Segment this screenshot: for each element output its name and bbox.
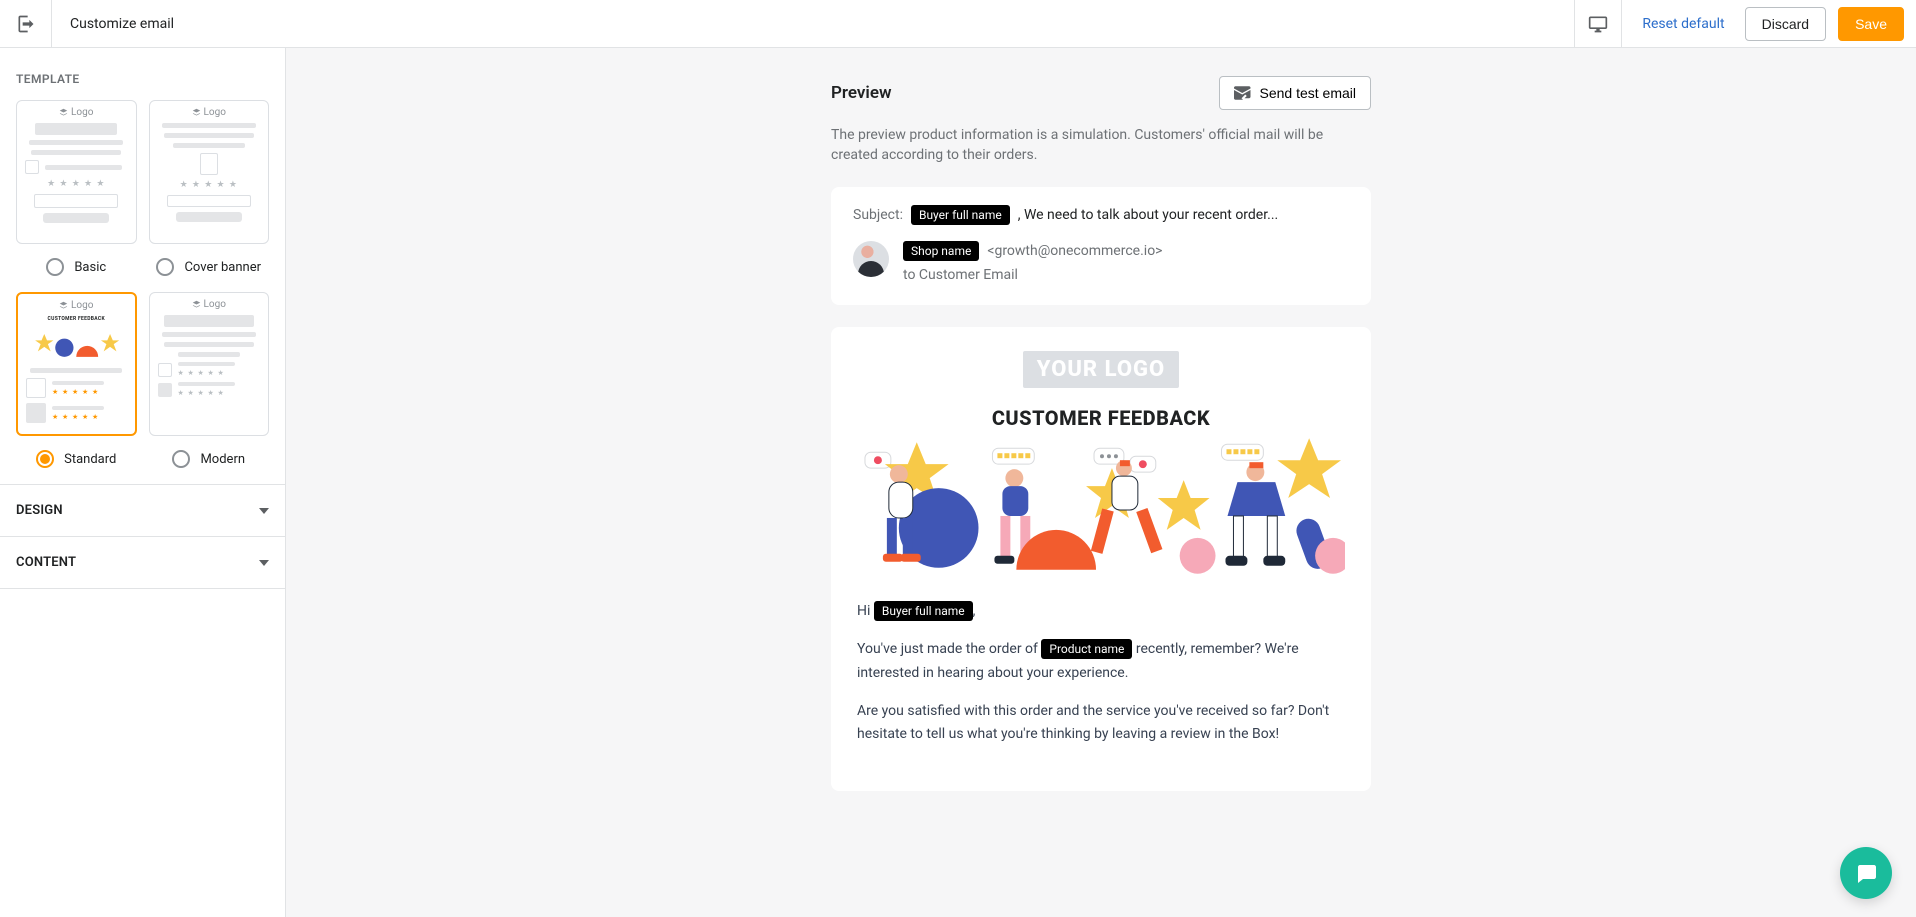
mail-body-text: Hi Buyer full name, You've just made the…	[857, 600, 1345, 747]
design-accordion[interactable]: DESIGN	[0, 484, 285, 536]
radio-label: Modern	[200, 452, 245, 467]
radio-modern[interactable]: Modern	[149, 446, 270, 468]
product-name-pill: Product name	[1041, 639, 1132, 659]
template-card-cover-banner[interactable]: Logo ★ ★ ★ ★ ★	[149, 100, 270, 244]
subject-label: Subject:	[853, 207, 903, 223]
content-accordion[interactable]: CONTENT	[0, 536, 285, 589]
template-section-title: TEMPLATE	[0, 48, 285, 100]
radio-label: Cover banner	[184, 260, 261, 275]
from-lines: Shop name <growth@onecommerce.io> to Cus…	[903, 241, 1163, 283]
hi-text: Hi	[857, 603, 874, 619]
subject-rest: , We need to talk about your recent orde…	[1018, 207, 1279, 223]
from-line: Shop name <growth@onecommerce.io>	[903, 241, 1163, 261]
template-card-modern[interactable]: Logo ★ ★ ★ ★ ★ ★ ★ ★ ★ ★	[149, 292, 270, 436]
card-logo-label: Logo	[192, 299, 226, 310]
feedback-heading: CUSTOMER FEEDBACK	[857, 406, 1345, 430]
exit-icon	[16, 14, 36, 34]
discard-button[interactable]: Discard	[1745, 7, 1826, 41]
topbar-right: Reset default Discard Save	[1574, 0, 1916, 47]
preview-note: The preview product information is a sim…	[831, 126, 1371, 165]
radio-label: Basic	[74, 260, 106, 275]
radio-basic[interactable]: Basic	[16, 254, 137, 276]
send-test-label: Send test email	[1260, 85, 1357, 101]
topbar: Customize email Reset default Discard Sa…	[0, 0, 1916, 48]
template-card-basic[interactable]: Logo ★ ★ ★ ★ ★	[16, 100, 137, 244]
chat-icon	[1854, 861, 1878, 885]
subject-line: Subject: Buyer full name , We need to ta…	[853, 205, 1349, 225]
device-toggle[interactable]	[1574, 0, 1622, 48]
settings-sidebar: TEMPLATE Logo ★ ★ ★ ★ ★ Logo ★ ★	[0, 48, 286, 917]
caret-down-icon	[259, 560, 269, 566]
preview-title: Preview	[831, 83, 892, 103]
salutation: Hi Buyer full name,	[857, 600, 1345, 624]
page-title: Customize email	[70, 16, 174, 32]
to-line: to Customer Email	[903, 267, 1163, 283]
mail-body-card: YOUR LOGO CUSTOMER FEEDBACK	[831, 327, 1371, 791]
logo-placeholder: YOUR LOGO	[857, 351, 1345, 388]
preview-wrap: Preview Send test email The preview prod…	[831, 48, 1371, 831]
layers-icon	[59, 108, 68, 117]
radio-standard[interactable]: Standard	[16, 446, 137, 468]
template-grid-row1: Logo ★ ★ ★ ★ ★ Logo ★ ★ ★ ★ ★	[0, 100, 285, 254]
feedback-illustration-icon	[857, 438, 1345, 578]
logo-box: YOUR LOGO	[1023, 351, 1179, 388]
topbar-left: Customize email	[0, 0, 174, 47]
preview-pane[interactable]: Preview Send test email The preview prod…	[286, 48, 1916, 917]
radio-cover-banner[interactable]: Cover banner	[149, 254, 270, 276]
paragraph-1: You've just made the order of Product na…	[857, 638, 1345, 686]
template-radio-row2: Standard Modern	[0, 446, 285, 484]
stars-icon: ★ ★ ★ ★ ★	[180, 180, 238, 190]
sender-avatar	[853, 241, 889, 277]
layers-icon	[192, 108, 201, 117]
from-email: <growth@onecommerce.io>	[987, 243, 1162, 259]
app-body: TEMPLATE Logo ★ ★ ★ ★ ★ Logo ★ ★	[0, 48, 1916, 917]
design-label: DESIGN	[16, 503, 63, 518]
content-label: CONTENT	[16, 555, 76, 570]
save-button[interactable]: Save	[1838, 7, 1904, 41]
desktop-icon	[1588, 14, 1608, 34]
radio-label: Standard	[64, 452, 116, 467]
layers-icon	[192, 300, 201, 309]
buyer-name-pill: Buyer full name	[911, 205, 1010, 225]
exit-button[interactable]	[0, 0, 52, 48]
buyer-name-pill: Buyer full name	[874, 601, 973, 621]
paragraph-2: Are you satisfied with this order and th…	[857, 700, 1345, 748]
caret-down-icon	[259, 508, 269, 514]
template-grid-row2: Logo CUSTOMER FEEDBACK ★ ★ ★ ★ ★ ★ ★ ★ ★…	[0, 292, 285, 446]
template-radio-row1: Basic Cover banner	[0, 254, 285, 292]
mail-send-icon	[1234, 86, 1252, 100]
reset-default-link[interactable]: Reset default	[1622, 16, 1744, 32]
standard-illus-icon	[26, 327, 127, 363]
template-card-standard[interactable]: Logo CUSTOMER FEEDBACK ★ ★ ★ ★ ★ ★ ★ ★ ★…	[16, 292, 137, 436]
mail-meta-card: Subject: Buyer full name , We need to ta…	[831, 187, 1371, 305]
stars-icon: ★ ★ ★ ★ ★	[47, 179, 105, 189]
shop-name-pill: Shop name	[903, 241, 979, 261]
card-logo-label: Logo	[192, 107, 226, 118]
preview-header: Preview Send test email	[831, 76, 1371, 110]
card-logo-label: Logo	[59, 107, 93, 118]
send-test-email-button[interactable]: Send test email	[1219, 76, 1372, 110]
chat-widget-button[interactable]	[1840, 847, 1892, 899]
from-block: Shop name <growth@onecommerce.io> to Cus…	[853, 241, 1349, 283]
layers-icon	[59, 301, 68, 310]
card-logo-label: Logo	[59, 300, 93, 311]
